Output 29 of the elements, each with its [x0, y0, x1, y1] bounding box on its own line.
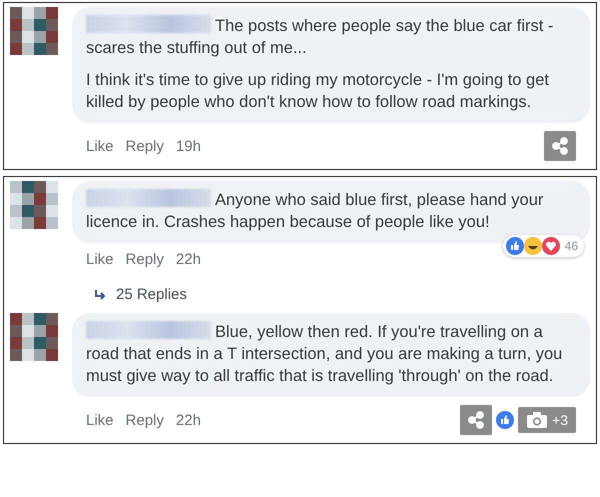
heart-reaction-icon [542, 237, 560, 255]
share-button[interactable] [460, 405, 492, 435]
like-reaction-icon [496, 411, 514, 429]
reply-arrow-icon [94, 288, 108, 300]
share-icon [551, 137, 569, 155]
pixelated-avatar [10, 181, 58, 229]
comment-text: Blue, yellow then red. If you're travelling on a road that ends in a T intersection, and you are making a turn, you must give way to all traffic that is travelling 'through' on the road. [86, 321, 564, 387]
comment-text: Anyone who said blue first, please hand your licence in. Crashes happen because of people like you! [86, 189, 544, 233]
like-link[interactable]: Like [86, 251, 114, 268]
reaction-summary[interactable]: 46 [502, 235, 584, 257]
comment-text: The posts where people say the blue car first - scares the stuffing out of me... [86, 15, 554, 59]
reply-link[interactable]: Reply [126, 138, 164, 154]
comment-time: 22h [176, 251, 201, 268]
comment-text: I think it's time to give up riding my motorcycle - I'm going to get killed by people who don't know how to follow road markings. [86, 70, 550, 113]
share-button[interactable] [544, 131, 576, 161]
comment-time: 19h [176, 138, 201, 154]
like-link[interactable]: Like [86, 138, 114, 154]
share-icon [467, 411, 486, 429]
reply-link[interactable]: Reply [126, 412, 164, 428]
reply-link[interactable]: Reply [126, 251, 164, 268]
comment-time: 22h [176, 412, 201, 428]
pixelated-avatar [10, 7, 58, 55]
laughing-reaction-icon [524, 237, 542, 255]
camera-icon [526, 411, 548, 429]
view-replies-link[interactable]: 25 Replies [10, 276, 590, 307]
like-link[interactable]: Like [86, 412, 114, 428]
pixelated-avatar [10, 313, 58, 361]
photo-gallery-button[interactable]: +3 [518, 407, 576, 433]
like-reaction-icon [506, 237, 524, 255]
